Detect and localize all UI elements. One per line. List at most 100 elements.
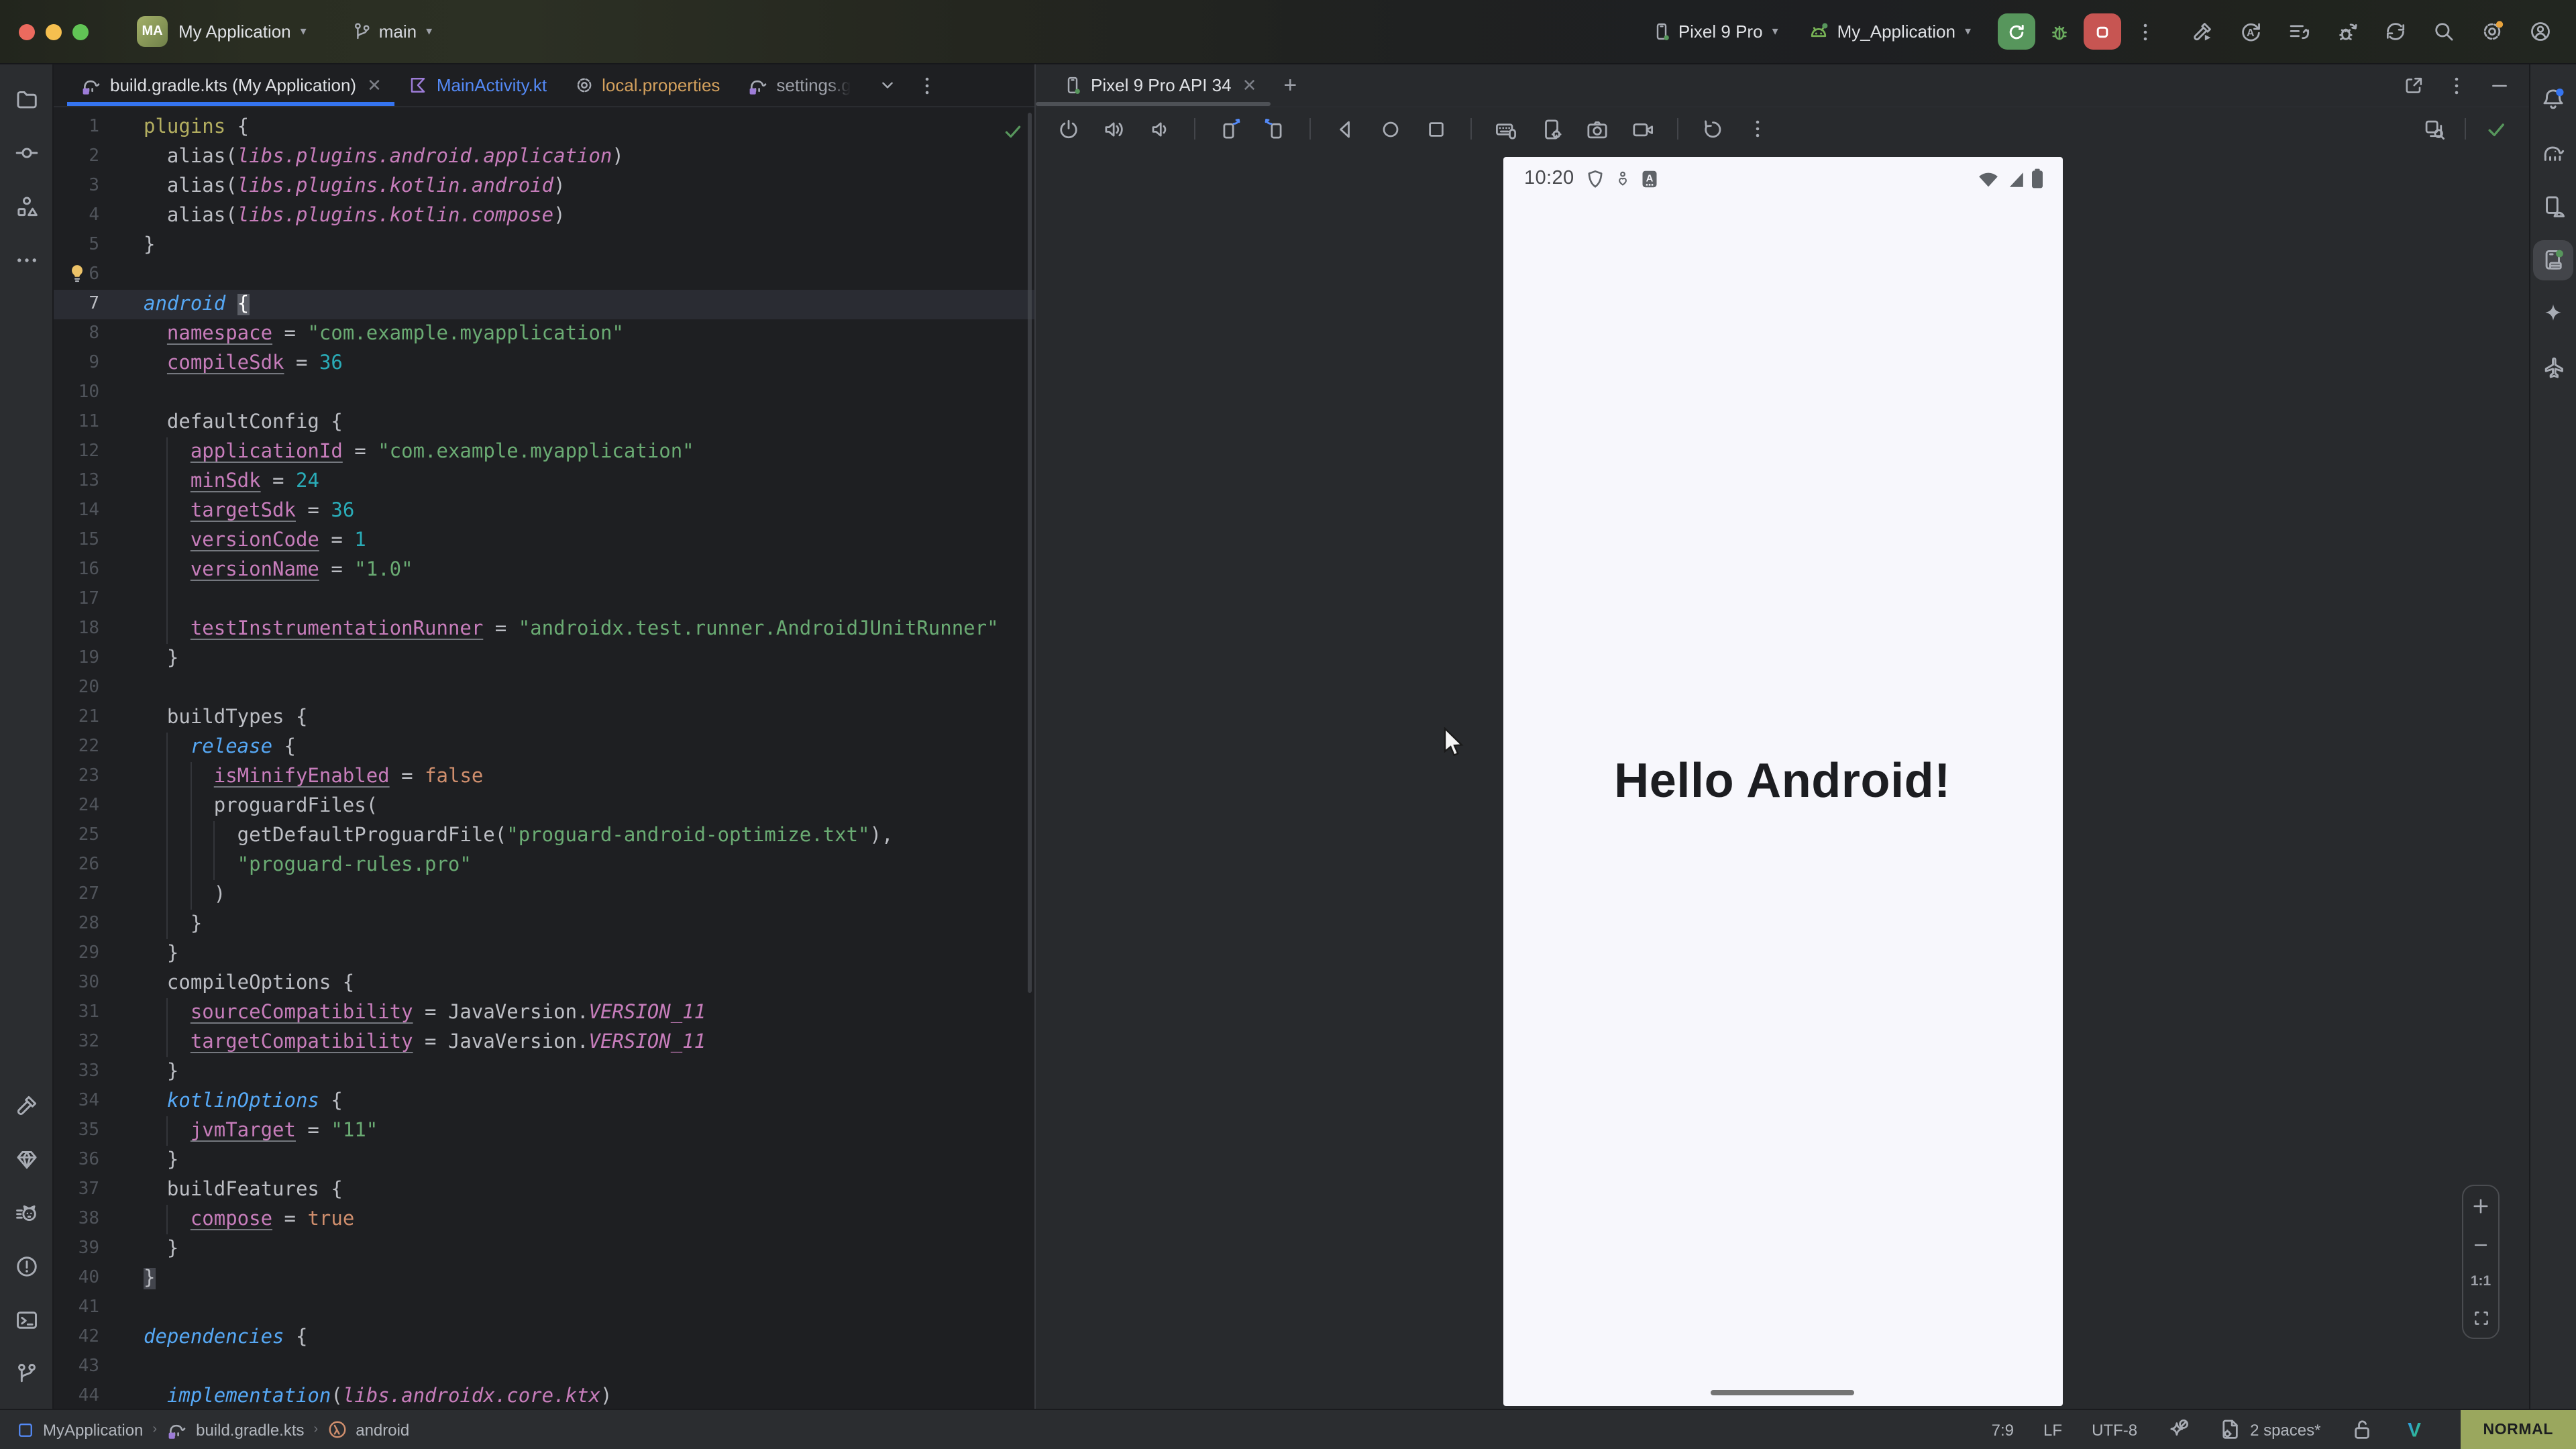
zoom-window-button[interactable] [72,23,89,40]
ideavim-icon[interactable]: V [2402,1418,2425,1441]
code-line-11[interactable]: 11defaultConfig { [54,408,1034,437]
line-number[interactable]: 11 [54,408,99,437]
apply-changes-icon[interactable]: A [2239,20,2262,43]
editor-tab-2[interactable]: MainActivity.kt [395,64,560,106]
line-separator-widget[interactable]: LF [2043,1420,2062,1439]
tool-window-button-app-inspection-gem[interactable] [6,1139,46,1179]
code-line-1[interactable]: 1plugins { [54,113,1034,142]
code-line-19[interactable]: 19} [54,644,1034,674]
tool-window-button-more-windows[interactable] [6,240,46,280]
device-tab[interactable]: Pixel 9 Pro API 34 ✕ [1049,64,1270,106]
line-number[interactable]: 2 [54,142,99,172]
settings-icon[interactable] [2481,20,2504,43]
tool-window-button-terminal[interactable] [6,1300,46,1340]
line-number[interactable]: 5 [54,231,99,260]
line-number[interactable]: 29 [54,939,99,969]
tool-window-button-gemini-sparkle[interactable] [2533,294,2573,334]
line-number[interactable]: 38 [54,1205,99,1234]
line-number[interactable]: 15 [54,526,99,555]
editor-tab-1[interactable]: build.gradle.kts (My Application)✕ [67,64,395,106]
minimize-window-button[interactable] [46,23,62,40]
line-number[interactable]: 32 [54,1028,99,1057]
code-line-35[interactable]: 35jvmTarget = "11" [54,1116,1034,1146]
line-number[interactable]: 13 [54,467,99,496]
line-number[interactable]: 7 [54,290,99,319]
close-icon[interactable]: ✕ [1242,74,1257,96]
gradle-sync-icon[interactable] [2384,20,2407,43]
vim-mode-badge[interactable]: NORMAL [2460,1410,2576,1449]
code-line-20[interactable]: 20 [54,674,1034,703]
quick-fix-bulb-icon[interactable] [67,263,87,286]
editor-scrollbar[interactable] [1028,113,1032,993]
device-check-icon[interactable] [2485,117,2508,140]
line-number[interactable]: 37 [54,1175,99,1205]
code-line-33[interactable]: 33} [54,1057,1034,1087]
line-number[interactable]: 25 [54,821,99,851]
code-line-18[interactable]: 18testInstrumentationRunner = "androidx.… [54,614,1034,644]
tool-window-button-commit[interactable] [6,133,46,173]
line-number[interactable]: 21 [54,703,99,733]
project-selector[interactable]: My Application ▾ [178,21,307,42]
line-number[interactable]: 9 [54,349,99,378]
code-line-22[interactable]: 22release { [54,733,1034,762]
emulator-screen[interactable]: 10:20 A Hello Android! [1503,157,2062,1406]
code-line-14[interactable]: 14targetSdk = 36 [54,496,1034,526]
code-editor[interactable]: 1plugins {2alias(libs.plugins.android.ap… [54,107,1034,1409]
line-number[interactable]: 34 [54,1087,99,1116]
screen-record-icon[interactable] [1631,117,1654,140]
code-line-41[interactable]: 41 [54,1293,1034,1323]
line-number[interactable]: 17 [54,585,99,614]
code-line-34[interactable]: 34kotlinOptions { [54,1087,1034,1116]
code-line-31[interactable]: 31sourceCompatibility = JavaVersion.VERS… [54,998,1034,1028]
kebab-icon[interactable] [2446,74,2467,96]
line-number[interactable]: 36 [54,1146,99,1175]
rerun-button[interactable] [1998,13,2035,50]
code-line-29[interactable]: 29} [54,939,1034,969]
line-number[interactable]: 40 [54,1264,99,1293]
code-line-21[interactable]: 21buildTypes { [54,703,1034,733]
code-line-9[interactable]: 9compileSdk = 36 [54,349,1034,378]
editor-tab-4[interactable]: settings.g [733,64,864,106]
tool-window-button-build-hammer[interactable] [6,1085,46,1126]
line-number[interactable]: 30 [54,969,99,998]
code-line-8[interactable]: 8namespace = "com.example.myapplication" [54,319,1034,349]
code-line-26[interactable]: 26"proguard-rules.pro" [54,851,1034,880]
run-configuration-selector[interactable]: My_Application ▾ [1808,20,1971,43]
overview-icon[interactable] [1425,117,1448,140]
code-line-15[interactable]: 15versionCode = 1 [54,526,1034,555]
hide-minus-icon[interactable] [2489,74,2510,96]
code-line-24[interactable]: 24proguardFiles( [54,792,1034,821]
indent-widget[interactable]: 2 spaces* [2219,1418,2320,1441]
tool-window-button-project-folder[interactable] [6,79,46,119]
line-number[interactable]: 4 [54,201,99,231]
zoom-in-button[interactable] [2470,1195,2491,1217]
code-line-17[interactable]: 17 [54,585,1034,614]
tool-window-button-profiler-cat[interactable] [6,1193,46,1233]
back-icon[interactable] [1334,117,1356,140]
tool-window-button-structure[interactable] [6,186,46,227]
line-number[interactable]: 8 [54,319,99,349]
stop-button[interactable] [2084,13,2121,50]
tool-window-button-device-manager[interactable] [2533,186,2573,227]
code-line-2[interactable]: 2alias(libs.plugins.android.application) [54,142,1034,172]
breadcrumb-item[interactable]: android [327,1419,409,1440]
rotate-left-icon[interactable] [1218,117,1241,140]
line-number[interactable]: 14 [54,496,99,526]
code-line-4[interactable]: 4alias(libs.plugins.kotlin.compose) [54,201,1034,231]
code-line-43[interactable]: 43 [54,1352,1034,1382]
screenshot-icon[interactable] [1586,117,1609,140]
zoom-actual-size-button[interactable]: 1:1 [2471,1273,2491,1289]
code-line-7[interactable]: 7android { [54,290,1034,319]
tool-window-button-running-devices[interactable] [2533,240,2573,280]
encoding-widget[interactable]: UTF-8 [2092,1420,2137,1439]
line-number[interactable]: 22 [54,733,99,762]
code-line-6[interactable]: 6 [54,260,1034,290]
line-number[interactable]: 1 [54,113,99,142]
code-line-28[interactable]: 28} [54,910,1034,939]
build-icon[interactable] [2191,20,2214,43]
power-icon[interactable] [1057,117,1080,140]
code-line-12[interactable]: 12applicationId = "com.example.myapplica… [54,437,1034,467]
line-number[interactable]: 10 [54,378,99,408]
line-number[interactable]: 19 [54,644,99,674]
tool-window-button-notifications[interactable] [2533,79,2573,119]
